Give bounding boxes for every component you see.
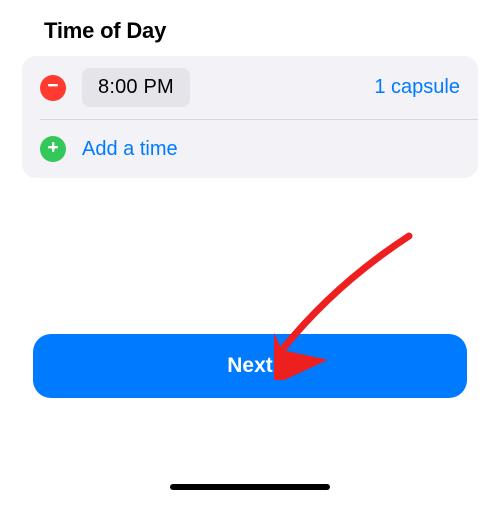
minus-icon — [46, 78, 60, 97]
time-picker[interactable]: 8:00 PM — [82, 68, 190, 107]
plus-icon — [46, 140, 60, 159]
page-title: Time of Day — [0, 0, 500, 56]
add-time-button[interactable] — [40, 136, 66, 162]
schedule-row: 8:00 PM 1 capsule — [22, 56, 478, 119]
next-button[interactable]: Next — [33, 334, 467, 398]
add-time-label: Add a time — [82, 138, 178, 161]
schedule-panel: 8:00 PM 1 capsule Add a time — [22, 56, 478, 178]
add-time-row[interactable]: Add a time — [22, 120, 478, 178]
remove-time-button[interactable] — [40, 75, 66, 101]
dose-button[interactable]: 1 capsule — [374, 76, 460, 99]
home-indicator[interactable] — [170, 484, 330, 490]
